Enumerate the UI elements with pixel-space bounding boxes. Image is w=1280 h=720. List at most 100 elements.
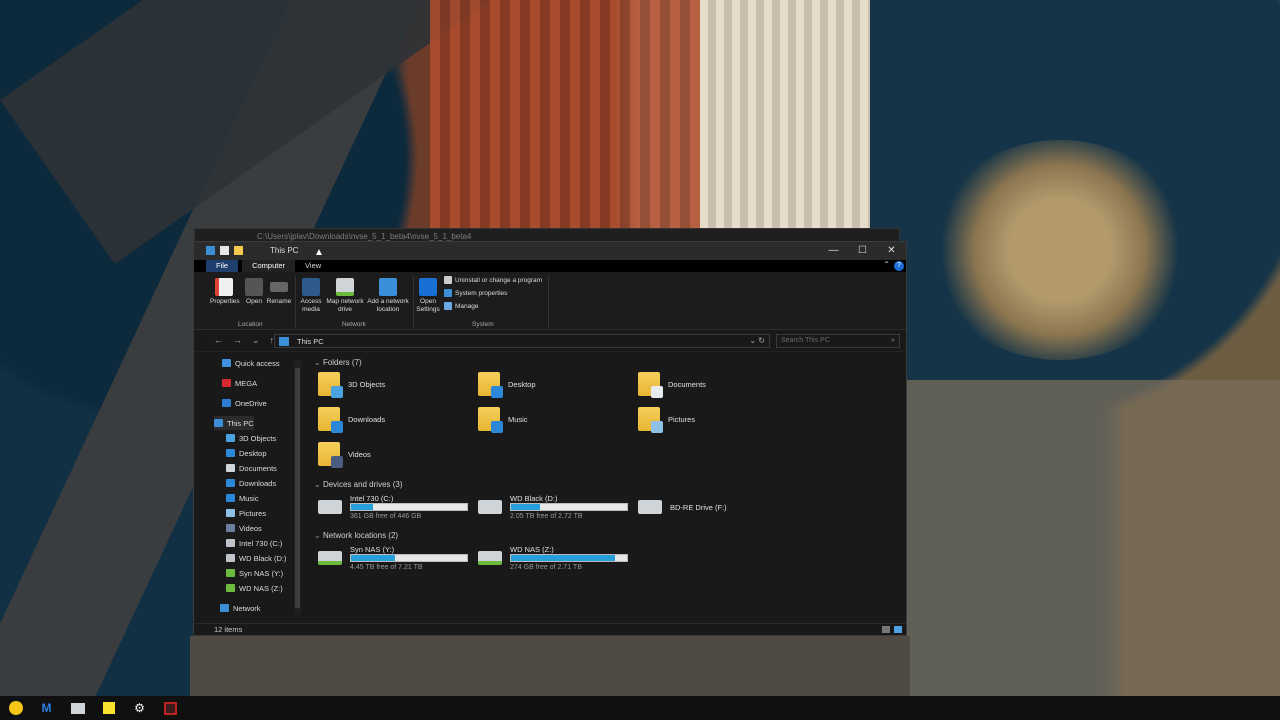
folder-label: 3D Objects <box>348 379 386 389</box>
ribbon-separator <box>413 276 414 328</box>
system-properties-button[interactable]: System properties <box>444 289 507 297</box>
open-label: Open <box>246 298 262 305</box>
network-icon <box>220 604 229 612</box>
folder-icon <box>638 407 663 433</box>
folders-group-header[interactable]: Folders (7) <box>314 358 362 367</box>
map-network-drive-button[interactable]: Map network drive <box>325 278 365 314</box>
title-bar[interactable]: This PC — ☐ ✕ <box>194 242 906 260</box>
drive-label: WD Black (D:) <box>510 494 558 503</box>
sidebar-item-downloads[interactable]: Downloads <box>226 476 276 490</box>
folder-item[interactable]: Desktop <box>478 372 536 398</box>
sidebar-item-wd-black-d[interactable]: WD Black (D:) <box>226 551 287 565</box>
properties-quick-icon[interactable] <box>220 246 229 255</box>
open-button[interactable]: Open <box>244 278 264 306</box>
drive-label: Syn NAS (Y:) <box>350 545 395 554</box>
devices-group-header[interactable]: Devices and drives (3) <box>314 480 403 489</box>
new-folder-quick-icon[interactable] <box>234 246 243 255</box>
explorer-icon[interactable] <box>62 696 93 720</box>
large-icons-view-icon[interactable] <box>894 626 902 633</box>
sidebar-item-onedrive[interactable]: OneDrive <box>222 396 267 410</box>
drive-usage-bar <box>510 554 628 562</box>
navigation-pane: Quick access MEGA OneDrive This PC 3D Object… <box>194 354 294 616</box>
refresh-icon[interactable]: ⌄ ↻ <box>749 336 765 345</box>
search-input[interactable]: Search This PC ⌕ <box>776 334 900 348</box>
folder-item[interactable]: Pictures <box>638 407 695 433</box>
tab-file[interactable]: File <box>206 260 239 272</box>
back-arrow-icon[interactable]: ← <box>214 335 223 346</box>
minimize-button[interactable]: — <box>819 242 848 260</box>
tab-view[interactable]: View <box>295 260 331 272</box>
drive-item[interactable]: WD Black (D:) 2.05 TB free of 2.72 TB <box>478 494 638 524</box>
access-media-label: Access media <box>300 298 322 313</box>
this-pc-icon <box>206 246 215 255</box>
network-group-header[interactable]: Network locations (2) <box>314 531 398 540</box>
help-icon[interactable]: ? <box>894 261 904 271</box>
system-group-label: System <box>472 321 494 328</box>
open-settings-button[interactable]: Open Settings <box>416 278 440 314</box>
window-title: This PC <box>270 246 299 255</box>
folder-item[interactable]: Documents <box>638 372 706 398</box>
sidebar-item-music[interactable]: Music <box>226 491 259 505</box>
cube-icon <box>226 434 235 442</box>
navigation-scrollbar[interactable] <box>294 360 301 615</box>
sidebar-item-pictures[interactable]: Pictures <box>226 506 266 520</box>
sidebar-item-3d-objects[interactable]: 3D Objects <box>226 431 276 445</box>
sidebar-item-intel-730-c[interactable]: Intel 730 (C:) <box>226 536 282 550</box>
sidebar-item-this-pc[interactable]: This PC <box>214 416 254 430</box>
drive-item[interactable]: BD-RE Drive (F:) <box>638 494 798 524</box>
collapse-ribbon-icon[interactable]: ⌃ <box>883 260 890 269</box>
sidebar-item-desktop[interactable]: Desktop <box>226 446 267 460</box>
close-button[interactable]: ✕ <box>877 242 906 260</box>
sidebar-item-wd-nas-z[interactable]: WD NAS (Z:) <box>226 581 283 595</box>
settings-icon[interactable]: ⚙ <box>124 696 155 720</box>
details-view-icon[interactable] <box>882 626 890 633</box>
optical-drive-icon <box>638 500 662 514</box>
breadcrumb[interactable]: This PC <box>297 337 324 346</box>
sidebar-item-mega[interactable]: MEGA <box>222 376 257 390</box>
sidebar-item-videos[interactable]: Videos <box>226 521 262 535</box>
drive-item[interactable]: Intel 730 (C:) 361 GB free of 446 GB <box>318 494 478 524</box>
computer-icon <box>214 419 223 427</box>
maximize-button[interactable]: ☐ <box>848 242 877 260</box>
manage-button[interactable]: Manage <box>444 302 479 310</box>
norton-icon[interactable] <box>0 696 31 720</box>
folder-item[interactable]: Videos <box>318 442 371 468</box>
sidebar-item-quick-access[interactable]: Quick access <box>222 356 280 370</box>
address-bar[interactable]: This PC ⌄ ↻ <box>274 334 770 348</box>
sidebar-item-label: Music <box>239 493 259 503</box>
tab-computer[interactable]: Computer <box>242 260 296 272</box>
malwarebytes-icon[interactable]: M <box>31 696 62 720</box>
open-settings-label: Open Settings <box>416 298 440 313</box>
rename-button[interactable]: Rename <box>266 278 292 306</box>
uninstall-button[interactable]: Uninstall or change a program <box>444 276 542 284</box>
background-window-path: C:\Users\jplav\Downloads\nvse_5_1_beta4\… <box>257 232 472 241</box>
uninstall-label: Uninstall or change a program <box>455 276 543 284</box>
sidebar-item-label: Downloads <box>239 478 277 488</box>
sticky-notes-icon[interactable] <box>93 696 124 720</box>
explorer-body: Quick access MEGA OneDrive This PC 3D Object… <box>194 354 906 616</box>
properties-button[interactable]: Properties <box>210 278 240 306</box>
network-group-label: Network <box>342 321 366 328</box>
folder-item[interactable]: Downloads <box>318 407 385 433</box>
sidebar-item-syn-nas-y[interactable]: Syn NAS (Y:) <box>226 566 283 580</box>
item-count: 12 items <box>214 625 243 634</box>
forward-arrow-icon[interactable]: → <box>233 335 242 346</box>
explorer-window: This PC — ☐ ✕ File Computer View ⌃ ? Pro… <box>193 241 907 636</box>
folder-icon <box>318 407 343 433</box>
add-network-location-button[interactable]: Add a network location <box>366 278 410 314</box>
sidebar-item-label: MEGA <box>235 378 258 388</box>
access-media-button[interactable]: Access media <box>298 278 324 314</box>
drive-item[interactable]: Syn NAS (Y:) 4.45 TB free of 7.21 TB <box>318 545 478 575</box>
manage-label: Manage <box>455 302 479 310</box>
folder-item[interactable]: 3D Objects <box>318 372 386 398</box>
recent-locations-chevron-icon[interactable]: ⌄ <box>252 335 260 346</box>
status-bar: 12 items <box>194 623 906 635</box>
drive-usage-bar <box>510 503 628 511</box>
video-icon <box>226 524 235 532</box>
search-icon[interactable]: ⌕ <box>891 337 895 345</box>
folder-item[interactable]: Music <box>478 407 528 433</box>
drive-item[interactable]: WD NAS (Z:) 274 GB free of 2.71 TB <box>478 545 638 575</box>
sidebar-item-documents[interactable]: Documents <box>226 461 277 475</box>
app-icon[interactable] <box>155 696 186 720</box>
sidebar-item-network[interactable]: Network <box>220 601 261 615</box>
